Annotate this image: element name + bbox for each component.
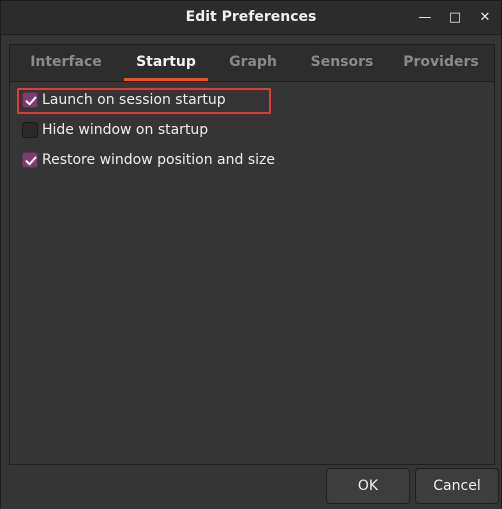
tab-interface[interactable]: Interface bbox=[24, 45, 108, 82]
hide-window-checkbox[interactable]: Hide window on startup bbox=[22, 120, 282, 140]
cancel-button[interactable]: Cancel bbox=[415, 468, 499, 504]
tab-sensors[interactable]: Sensors bbox=[306, 45, 378, 82]
preferences-notebook: Interface Startup Graph Sensors Provider… bbox=[9, 44, 495, 465]
hide-window-label: Hide window on startup bbox=[42, 122, 209, 138]
minimize-icon[interactable]: — bbox=[414, 8, 436, 28]
restore-window-label: Restore window position and size bbox=[42, 152, 275, 168]
tab-startup[interactable]: Startup bbox=[124, 45, 208, 82]
title-bar[interactable]: Edit Preferences — □ ✕ bbox=[1, 1, 501, 35]
dialog-footer: OK Cancel bbox=[1, 467, 501, 509]
restore-window-checkbox[interactable]: Restore window position and size bbox=[22, 150, 322, 170]
preferences-window: Edit Preferences — □ ✕ Interface Startup… bbox=[0, 0, 502, 509]
tab-providers[interactable]: Providers bbox=[396, 45, 486, 82]
ok-button[interactable]: OK bbox=[326, 468, 410, 504]
checkbox-checked-icon[interactable] bbox=[22, 152, 38, 168]
tab-bar: Interface Startup Graph Sensors Provider… bbox=[10, 45, 494, 82]
tab-graph[interactable]: Graph bbox=[218, 45, 288, 82]
checkbox-unchecked-icon[interactable] bbox=[22, 122, 38, 138]
launch-on-startup-label: Launch on session startup bbox=[42, 92, 226, 108]
launch-on-startup-checkbox[interactable]: Launch on session startup bbox=[22, 90, 282, 110]
checkbox-checked-icon[interactable] bbox=[22, 92, 38, 108]
close-icon[interactable]: ✕ bbox=[474, 8, 496, 28]
maximize-icon[interactable]: □ bbox=[444, 8, 466, 28]
